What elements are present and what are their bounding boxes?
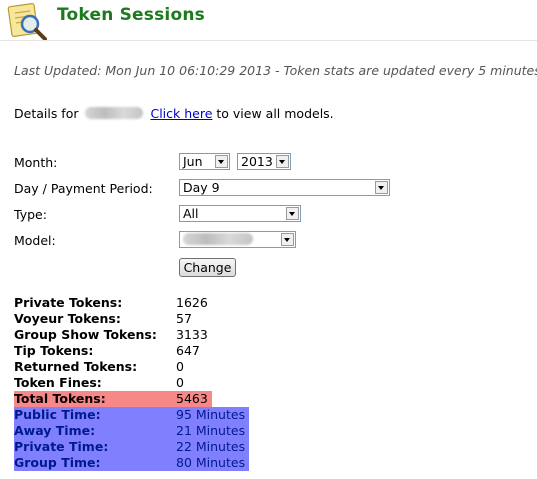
- last-updated-text: Last Updated: Mon Jun 10 06:10:29 2013 -…: [14, 63, 537, 78]
- year-select-value: 2013: [241, 154, 273, 169]
- year-select[interactable]: 2013: [237, 153, 291, 170]
- stat-label: Returned Tokens:: [14, 359, 138, 374]
- stat-value: 0: [176, 359, 184, 374]
- type-select-value: All: [183, 206, 199, 221]
- stat-label: Token Fines:: [14, 375, 102, 390]
- stat-value: 1626: [176, 295, 208, 310]
- details-suffix: to view all models.: [216, 106, 334, 121]
- stat-value: 647: [176, 343, 200, 358]
- chevron-down-icon: [286, 207, 299, 220]
- stat-value: 0: [176, 375, 184, 390]
- time-label: Private Time:: [14, 439, 109, 454]
- type-label: Type:: [14, 207, 47, 222]
- stat-value: 3133: [176, 327, 208, 342]
- page-title: Token Sessions: [57, 5, 205, 25]
- month-select-value: Jun: [183, 154, 203, 169]
- model-label: Model:: [14, 233, 56, 248]
- magnifier-document-icon: [6, 2, 50, 44]
- stat-label: Group Show Tokens:: [14, 327, 157, 342]
- type-select[interactable]: All: [179, 205, 301, 222]
- time-label: Away Time:: [14, 423, 96, 438]
- details-line: Details for Click here to view all model…: [14, 106, 334, 121]
- day-label: Day / Payment Period:: [14, 181, 153, 196]
- total-tokens-label: Total Tokens:: [14, 391, 106, 406]
- time-label: Public Time:: [14, 407, 101, 422]
- header-divider: [0, 40, 537, 41]
- month-select[interactable]: Jun: [179, 153, 230, 170]
- chevron-down-icon: [281, 233, 294, 246]
- day-select[interactable]: Day 9: [179, 179, 390, 196]
- day-select-value: Day 9: [183, 180, 220, 195]
- details-prefix: Details for: [14, 106, 79, 121]
- blurred-model-name: [85, 107, 144, 119]
- time-value: 80 Minutes: [176, 455, 246, 470]
- stat-label: Voyeur Tokens:: [14, 311, 121, 326]
- time-value: 22 Minutes: [176, 439, 246, 454]
- stat-value: 57: [176, 311, 192, 326]
- chevron-down-icon: [276, 155, 289, 168]
- time-value: 21 Minutes: [176, 423, 246, 438]
- stat-label: Tip Tokens:: [14, 343, 94, 358]
- time-label: Group Time:: [14, 455, 101, 470]
- change-button[interactable]: Change: [179, 258, 236, 277]
- chevron-down-icon: [375, 181, 388, 194]
- model-select[interactable]: [179, 231, 296, 248]
- month-label: Month:: [14, 155, 58, 170]
- total-tokens-value: 5463: [176, 391, 208, 406]
- chevron-down-icon: [215, 155, 228, 168]
- blurred-model-value: [183, 233, 253, 245]
- stat-label: Private Tokens:: [14, 295, 123, 310]
- time-value: 95 Minutes: [176, 407, 246, 422]
- view-all-models-link[interactable]: Click here: [150, 106, 212, 121]
